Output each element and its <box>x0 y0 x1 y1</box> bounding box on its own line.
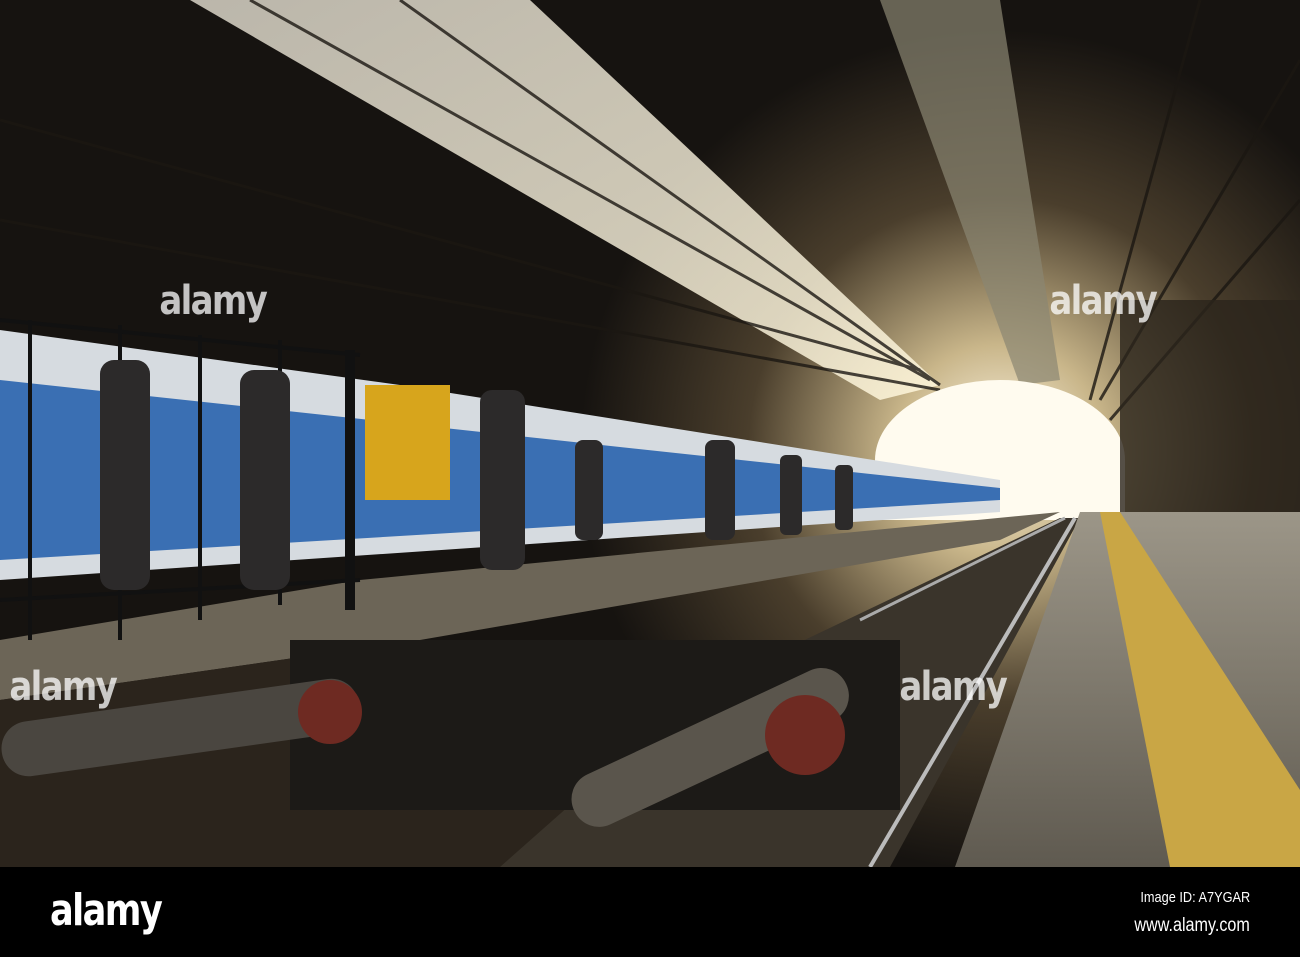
footer-bar: alamy Image ID: A7YGAR www.alamy.com <box>0 867 1300 957</box>
station-photo <box>0 0 1300 867</box>
yellow-box <box>365 385 450 500</box>
stock-photo: alamy alamy alamy alamy alamy Image ID: … <box>0 0 1300 957</box>
watermark: alamy <box>1049 278 1157 324</box>
watermark: alamy <box>899 664 1007 710</box>
watermark: alamy <box>159 278 267 324</box>
alamy-logo: alamy <box>50 885 163 936</box>
watermark: alamy <box>9 664 117 710</box>
image-id: Image ID: A7YGAR <box>1140 889 1250 906</box>
website-link[interactable]: www.alamy.com <box>1135 915 1250 937</box>
